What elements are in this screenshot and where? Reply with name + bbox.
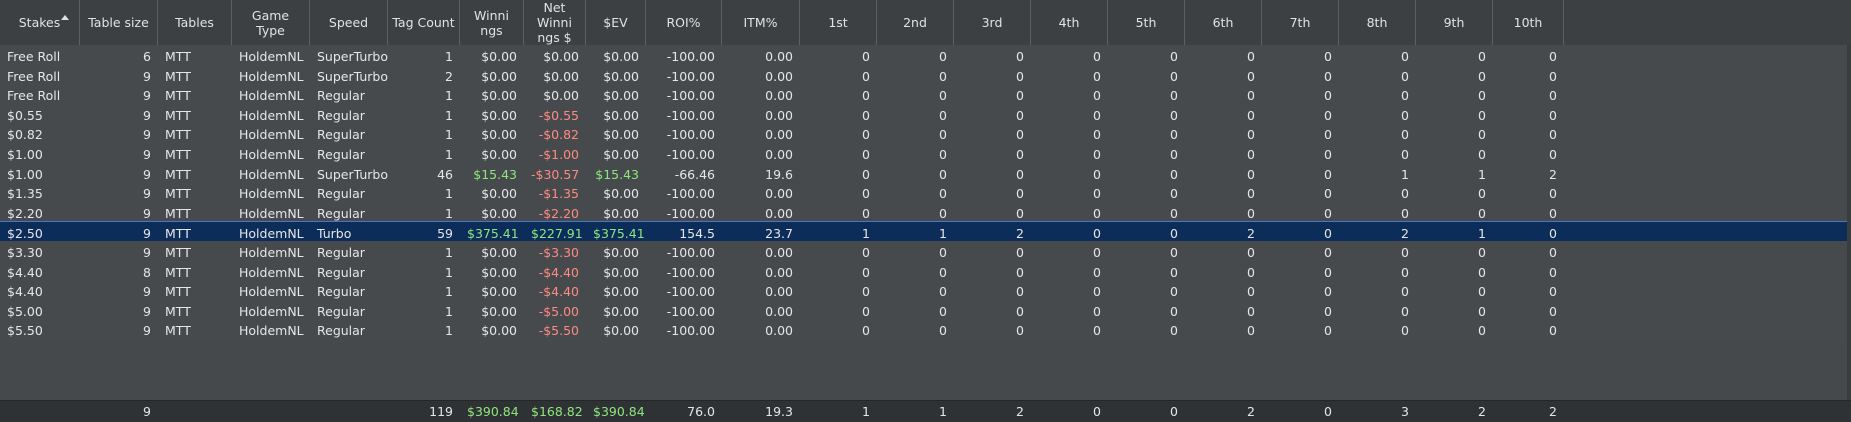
cell-p8: 0 bbox=[1401, 323, 1409, 339]
cell-p3: 0 bbox=[1016, 323, 1024, 339]
total-stakes bbox=[0, 401, 80, 422]
cell-p9: 0 bbox=[1478, 323, 1486, 339]
total-itm: 19.3 bbox=[765, 404, 793, 419]
total-roi: 76.0 bbox=[687, 404, 715, 419]
cell-game-type: HoldemNL bbox=[239, 323, 304, 339]
column-header-itm[interactable]: ITM% bbox=[722, 0, 800, 45]
total-p7: 0 bbox=[1324, 404, 1332, 419]
cell-p6: 0 bbox=[1247, 323, 1255, 339]
column-header-p2[interactable]: 2nd bbox=[877, 0, 954, 45]
total-speed bbox=[310, 401, 388, 422]
cell-p4: 0 bbox=[1093, 323, 1101, 339]
column-header-tables[interactable]: Tables bbox=[158, 0, 232, 45]
cell-speed: Regular bbox=[317, 323, 365, 339]
table-row[interactable]: $5.50 9 MTT HoldemNL Regular 1 $0.00 -$5.50 $0.0… bbox=[0, 319, 1851, 343]
cell-p7: 0 bbox=[1324, 323, 1332, 339]
cell-net-winnings: -$5.50 bbox=[538, 323, 579, 339]
total-table-size: 9 bbox=[143, 404, 151, 419]
column-header-winnings[interactable]: Winni ngs bbox=[460, 0, 524, 45]
total-net-winnings: $168.82 bbox=[531, 404, 583, 419]
column-header-stakes[interactable]: Stakes bbox=[0, 0, 80, 45]
column-header-game-type[interactable]: Game Type bbox=[232, 0, 310, 45]
total-p5: 0 bbox=[1170, 404, 1178, 419]
total-tag-count: 119 bbox=[429, 404, 453, 419]
total-p10: 2 bbox=[1549, 404, 1557, 419]
total-p8: 3 bbox=[1401, 404, 1409, 419]
cell-p10: 0 bbox=[1549, 323, 1557, 339]
cell-p5: 0 bbox=[1170, 323, 1178, 339]
cell-stakes: $5.50 bbox=[7, 323, 43, 339]
column-header-roi[interactable]: ROI% bbox=[646, 0, 722, 45]
total-tables bbox=[158, 401, 232, 422]
cell-p2: 0 bbox=[939, 323, 947, 339]
cell-p1: 0 bbox=[862, 323, 870, 339]
total-ev: $390.84 bbox=[593, 404, 645, 419]
column-header-net-winnings[interactable]: Net Winni ngs $ bbox=[524, 0, 586, 45]
stats-grid: Stakes Table size Tables Game Type Speed Tag … bbox=[0, 0, 1851, 422]
total-p9: 2 bbox=[1478, 404, 1486, 419]
cell-itm: 0.00 bbox=[765, 323, 793, 339]
cell-ev: $0.00 bbox=[603, 323, 639, 339]
sort-ascending-icon bbox=[61, 15, 69, 20]
total-p1: 1 bbox=[862, 404, 870, 419]
total-p6: 2 bbox=[1247, 404, 1255, 419]
column-header-p6[interactable]: 6th bbox=[1185, 0, 1262, 45]
column-header-tag-count[interactable]: Tag Count bbox=[388, 0, 460, 45]
column-header-p10[interactable]: 10th bbox=[1493, 0, 1564, 45]
total-p3: 2 bbox=[1016, 404, 1024, 419]
total-winnings: $390.84 bbox=[467, 404, 519, 419]
vertical-scrollbar[interactable] bbox=[1847, 45, 1851, 400]
column-header-table-size[interactable]: Table size bbox=[80, 0, 158, 45]
cell-table-size: 9 bbox=[143, 323, 151, 339]
column-header-p7[interactable]: 7th bbox=[1262, 0, 1339, 45]
totals-row: 9 119 $390.84 $168.82 $390.84 76.0 19.3 1 1 2 0 0 2 0… bbox=[0, 400, 1851, 422]
total-game-type bbox=[232, 401, 310, 422]
column-header-speed[interactable]: Speed bbox=[310, 0, 388, 45]
column-header-row: Stakes Table size Tables Game Type Speed Tag … bbox=[0, 0, 1851, 46]
column-header-p1[interactable]: 1st bbox=[800, 0, 877, 45]
cell-tables: MTT bbox=[165, 323, 191, 339]
cell-winnings: $0.00 bbox=[481, 323, 517, 339]
total-p2: 1 bbox=[939, 404, 947, 419]
column-header-p3[interactable]: 3rd bbox=[954, 0, 1031, 45]
cell-tag-count: 1 bbox=[445, 323, 453, 339]
column-header-ev[interactable]: $EV bbox=[586, 0, 646, 45]
total-p4: 0 bbox=[1093, 404, 1101, 419]
column-header-p5[interactable]: 5th bbox=[1108, 0, 1185, 45]
column-header-p9[interactable]: 9th bbox=[1416, 0, 1493, 45]
column-header-p4[interactable]: 4th bbox=[1031, 0, 1108, 45]
column-header-p8[interactable]: 8th bbox=[1339, 0, 1416, 45]
cell-roi: -100.00 bbox=[666, 323, 715, 339]
